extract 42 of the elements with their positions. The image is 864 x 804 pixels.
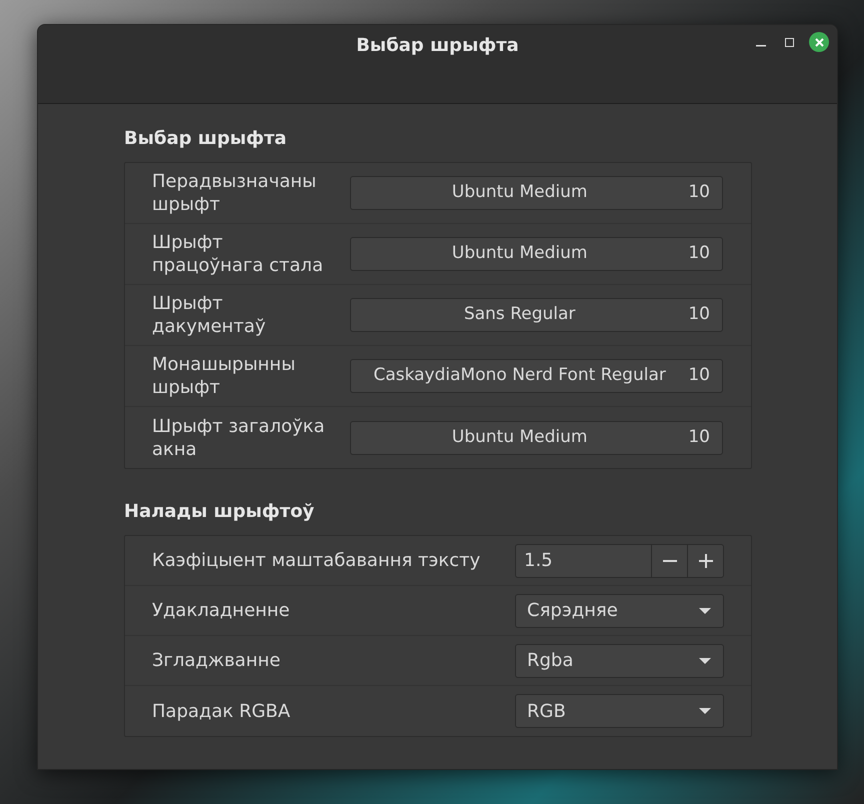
font-name: Ubuntu Medium bbox=[450, 242, 588, 266]
font-button[interactable]: CaskaydiaMono Nerd Font Regular 10 bbox=[350, 359, 723, 393]
minimize-icon bbox=[756, 45, 766, 47]
close-button[interactable] bbox=[809, 32, 829, 52]
dropdown[interactable]: RGB bbox=[515, 694, 724, 728]
font-label: Шрыфт дакументаў bbox=[152, 292, 267, 338]
dropdown-arrow-icon bbox=[699, 608, 711, 614]
font-size: 10 bbox=[688, 181, 710, 204]
font-label: Монашырынны шрыфт bbox=[152, 353, 296, 399]
section-heading: Налады шрыфтоў bbox=[124, 500, 316, 524]
dropdown-arrow-icon bbox=[699, 708, 711, 714]
maximize-icon bbox=[784, 38, 794, 46]
font-size: 10 bbox=[688, 303, 710, 326]
setting-label: Удакладненне bbox=[152, 599, 291, 623]
font-name: Ubuntu Medium bbox=[450, 181, 588, 204]
font-label: Шрыфт працоўнага стала bbox=[152, 231, 324, 277]
dropdown[interactable]: Сярэдняе bbox=[515, 594, 724, 628]
setting-label: Парадак RGBA bbox=[152, 700, 292, 724]
setting-label: Каэфіцыент маштабавання тэксту bbox=[152, 549, 482, 573]
section-heading: Выбар шрыфта bbox=[124, 127, 288, 151]
window-title: Выбар шрыфта bbox=[356, 34, 519, 58]
font-button[interactable]: Sans Regular 10 bbox=[350, 298, 723, 332]
font-size: 10 bbox=[688, 242, 710, 266]
decrement-button[interactable] bbox=[652, 544, 687, 578]
font-label: Шрыфт загалоўка акна bbox=[152, 414, 326, 460]
increment-button[interactable] bbox=[687, 544, 724, 578]
close-icon bbox=[814, 38, 824, 46]
font-size: 10 bbox=[688, 426, 710, 449]
dropdown[interactable]: Rgba bbox=[515, 644, 724, 678]
font-name: Sans Regular bbox=[462, 303, 576, 326]
minus-icon bbox=[662, 560, 676, 562]
font-button[interactable]: Ubuntu Medium 10 bbox=[350, 420, 723, 454]
font-name: Ubuntu Medium bbox=[450, 426, 588, 449]
dropdown-arrow-icon bbox=[699, 658, 711, 664]
setting-label: Згладжванне bbox=[152, 649, 282, 673]
font-name: CaskaydiaMono Nerd Font Regular bbox=[372, 364, 667, 388]
font-button[interactable]: Ubuntu Medium 10 bbox=[350, 237, 723, 271]
font-size: 10 bbox=[688, 364, 710, 388]
font-button[interactable]: Ubuntu Medium 10 bbox=[350, 176, 723, 210]
font-label: Перадвызначаны шрыфт bbox=[152, 170, 318, 216]
plus-icon bbox=[698, 554, 712, 568]
scale-input[interactable]: 1.5 bbox=[515, 544, 652, 578]
